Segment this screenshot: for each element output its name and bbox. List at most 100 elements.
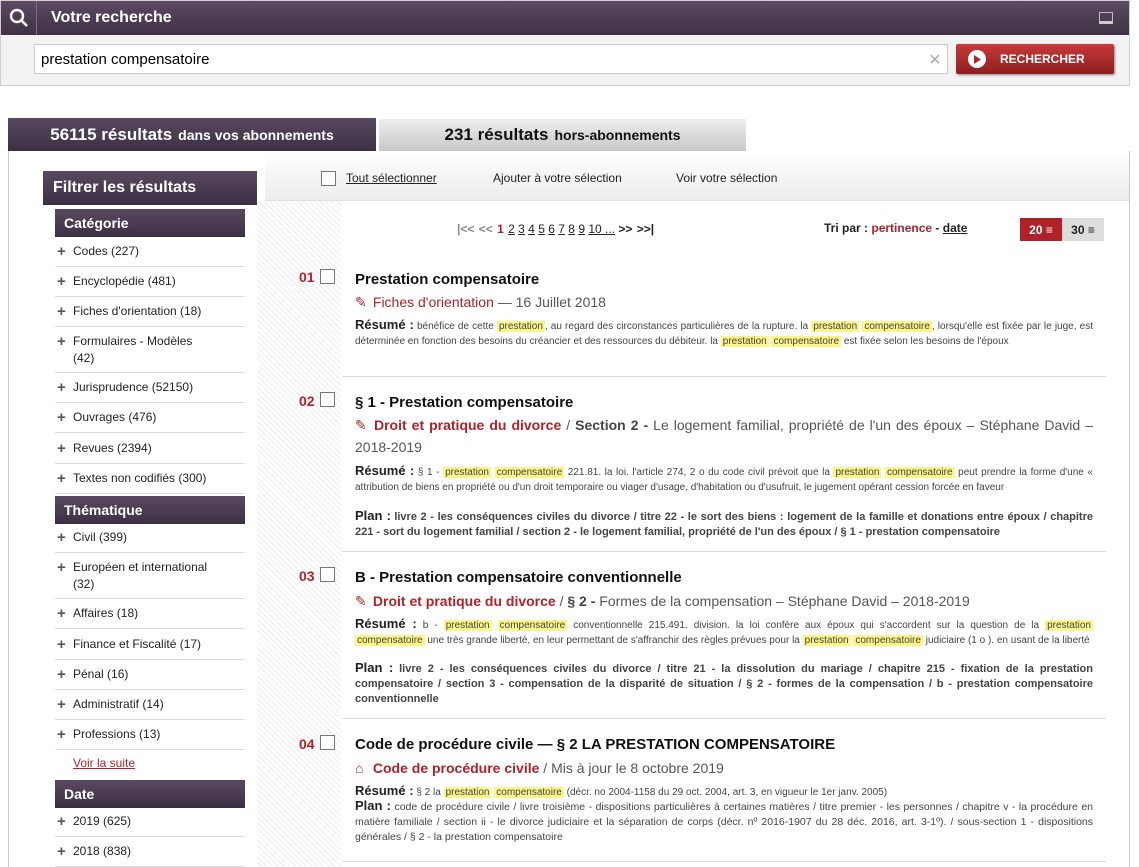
filter-item[interactable]: + Encyclopédie (481) [55, 273, 245, 297]
result-checkbox[interactable] [320, 269, 335, 284]
filter-item[interactable]: + Jurisprudence (52150) [55, 379, 245, 403]
page-link[interactable]: 6 [548, 222, 555, 236]
result-divider [342, 551, 1106, 552]
prev-page-link[interactable]: << [479, 222, 493, 236]
result-summary: Résumé : § 1 - prestation compensatoire … [355, 463, 1093, 493]
next-page-link[interactable]: >> [618, 222, 632, 236]
page-link[interactable]: 2 [508, 222, 515, 236]
result-source-link[interactable]: Code de procédure civile [373, 760, 540, 776]
tab-subscriptions[interactable]: 56115 résultats dans vos abonnements [8, 118, 376, 151]
quill-icon: ✎ [355, 593, 367, 609]
category-header[interactable]: Catégorie [55, 209, 245, 237]
first-page-link[interactable]: |<< [457, 222, 474, 236]
page-link[interactable]: 10 ... [588, 222, 615, 236]
per-page-20-button[interactable]: 20 ≡ [1020, 218, 1062, 241]
quill-icon: ✎ [355, 417, 367, 433]
search-input[interactable] [34, 44, 948, 74]
collapse-icon[interactable] [1099, 12, 1113, 24]
filter-item[interactable]: + Revues (2394) [55, 440, 245, 464]
building-icon: ⌂ [355, 760, 364, 776]
sort-control: Tri par : pertinence - date [824, 221, 967, 235]
result-number: 03 [299, 568, 315, 584]
select-all-checkbox[interactable] [321, 171, 336, 186]
page-link[interactable]: 3 [518, 222, 525, 236]
list-icon: ≡ [1045, 222, 1053, 237]
result-source-link[interactable]: Droit et pratique du divorce [373, 593, 556, 609]
result-number: 04 [299, 736, 315, 752]
pagination: |<< << 1 2 3 4 5 6 7 8 9 10 ... >> >>| [457, 222, 655, 236]
filter-sidebar: Filtrer les résultats Catégorie + Codes (… [9, 151, 257, 867]
tab-out-of-subscription[interactable]: 231 résultats hors-abonnements [379, 119, 746, 151]
clear-icon[interactable]: × [929, 49, 941, 72]
result-plan: Plan : code de procédure civile / livre … [355, 798, 1093, 843]
filter-item[interactable]: + Pénal (16) [55, 666, 245, 690]
filter-item[interactable]: + Civil (399) [55, 529, 245, 553]
search-title: Votre recherche [51, 9, 172, 26]
result-checkbox[interactable] [320, 392, 335, 407]
add-to-selection-link[interactable]: Ajouter à votre sélection [493, 171, 622, 185]
filter-item[interactable]: + Professions (13) [55, 726, 245, 750]
quill-icon: ✎ [355, 294, 367, 310]
sort-pertinence[interactable]: pertinence [871, 221, 932, 235]
filter-item[interactable]: + Administratif (14) [55, 696, 245, 720]
result-title[interactable]: Code de procédure civile — § 2 LA PRESTA… [355, 736, 835, 753]
tab-subscriptions-count: 56115 résultats [50, 124, 173, 144]
result-source-link[interactable]: Fiches d'orientation [373, 294, 494, 310]
result-plan: Plan : livre 2 - les conséquences civile… [355, 508, 1093, 538]
result-source: ✎ Fiches d'orientation — 16 Juillet 2018 [355, 291, 1093, 313]
result-divider [342, 376, 1106, 377]
filter-item[interactable]: + Fiches d'orientation (18) [55, 303, 245, 327]
result-title[interactable]: B - Prestation compensatoire conventionn… [355, 569, 682, 586]
filter-item[interactable]: + Textes non codifiés (300) [55, 470, 245, 494]
result-number: 01 [299, 269, 315, 285]
thematic-header[interactable]: Thématique [55, 496, 245, 524]
search-icon [1, 1, 37, 35]
filter-item[interactable]: + Ouvrages (476) [55, 409, 245, 433]
filter-item[interactable]: + Finance et Fiscalité (17) [55, 636, 245, 660]
tab-out-count: 231 résultats [444, 125, 549, 144]
list-icon: ≡ [1087, 222, 1095, 237]
filter-title: Filtrer les résultats [43, 171, 257, 205]
selection-toolbar: Tout sélectionner Ajouter à votre sélect… [265, 151, 1129, 201]
page-link[interactable]: 7 [558, 222, 565, 236]
filter-item[interactable]: + Affaires (18) [55, 605, 245, 629]
search-button[interactable]: RECHERCHER [956, 44, 1114, 74]
last-page-link[interactable]: >>| [637, 222, 654, 236]
filter-item[interactable]: + Européen et international (32) [55, 559, 245, 599]
result-source-link[interactable]: Droit et pratique du divorce [374, 417, 561, 433]
result-divider [342, 861, 1106, 862]
filter-item[interactable]: +2019 (625) [55, 813, 245, 837]
page-link[interactable]: 9 [578, 222, 585, 236]
result-checkbox[interactable] [320, 567, 335, 582]
result-title[interactable]: Prestation compensatoire [355, 271, 539, 288]
page-link[interactable]: 8 [568, 222, 575, 236]
select-all-link[interactable]: Tout sélectionner [346, 171, 437, 185]
results-frame: Filtrer les résultats Catégorie + Codes (… [8, 151, 1130, 867]
page-link[interactable]: 1 [497, 222, 504, 236]
see-more-link[interactable]: Voir la suite [73, 756, 135, 770]
per-page-30-button[interactable]: 30 ≡ [1062, 218, 1104, 241]
date-header[interactable]: Date [55, 780, 245, 808]
result-number: 02 [299, 393, 315, 409]
sort-label: Tri par : [824, 221, 869, 235]
filter-item[interactable]: + Codes (227) [55, 243, 245, 267]
result-plan: Plan : livre 2 - les conséquences civile… [355, 660, 1093, 705]
sort-date[interactable]: date [943, 221, 968, 235]
result-checkbox[interactable] [320, 735, 335, 750]
result-source: ⌂ Code de procédure civile / Mis à jour … [355, 757, 1093, 779]
search-button-label: RECHERCHER [1000, 52, 1085, 66]
result-summary: Résumé : bénéfice de cette prestation, a… [355, 317, 1093, 347]
filter-item[interactable]: +2018 (838) [55, 843, 245, 867]
play-icon [968, 50, 986, 68]
filter-item[interactable]: + Formulaires - Modèles (42) [55, 333, 245, 373]
tab-subscriptions-label: dans vos abonnements [178, 126, 334, 143]
page-link[interactable]: 4 [528, 222, 535, 236]
view-selection-link[interactable]: Voir votre sélection [676, 171, 777, 185]
page-link[interactable]: 5 [538, 222, 545, 236]
search-header: Votre recherche [1, 1, 1129, 35]
result-title[interactable]: § 1 - Prestation compensatoire [355, 394, 573, 411]
result-source: ✎ Droit et pratique du divorce / § 2 - F… [355, 590, 1093, 612]
result-divider [342, 718, 1106, 719]
decorative-hatch [257, 201, 341, 867]
sort-separator: - [935, 221, 940, 235]
